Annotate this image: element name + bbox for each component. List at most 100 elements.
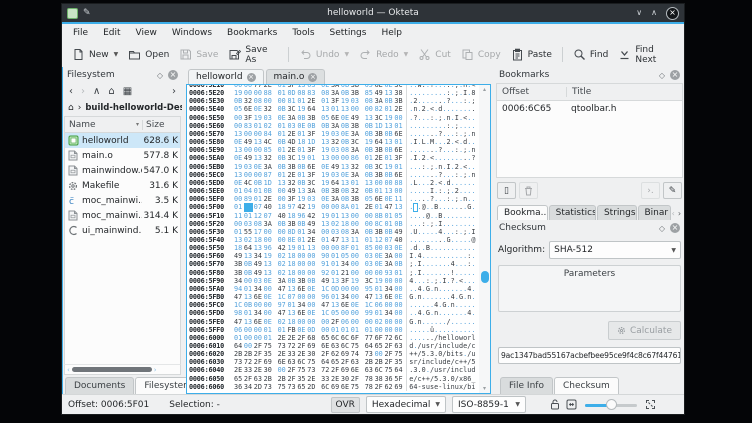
column-header-name[interactable]: Name [65,120,136,130]
hex-byte[interactable]: 0B [365,130,375,138]
hex-byte[interactable]: 00 [264,301,274,309]
hex-byte[interactable]: 40 [264,203,274,211]
hex-byte[interactable]: 6E [307,163,317,171]
hex-byte[interactable]: 0B [341,187,351,195]
hex-byte[interactable]: 6C [331,334,341,342]
hex-row[interactable]: 0006:5F903400030E3A0B3B0B49133F193C19000… [187,277,479,285]
hex-byte[interactable]: 2F [244,375,254,383]
hex-byte[interactable]: 0B [384,146,394,154]
titlebar[interactable]: ✎ helloworld — Okteta ∨ ∧ × [62,4,684,22]
hex-byte[interactable]: 0E [234,154,244,162]
close-panel-icon[interactable]: × [670,70,680,80]
hex-byte[interactable]: 75 [278,383,288,391]
hex-byte[interactable]: 0E [254,105,264,113]
hex-byte[interactable]: 6E [254,293,264,301]
hex-byte[interactable]: 62 [384,383,394,391]
bookmark-row[interactable]: 0006:6C65qtoolbar.h [497,101,682,116]
hex-byte[interactable]: 3A [307,187,317,195]
hex-byte[interactable]: 3A [278,277,288,285]
hex-byte[interactable]: 00 [321,326,331,334]
hex-byte[interactable]: 13 [264,260,274,268]
hex-byte[interactable]: 3A [351,146,361,154]
hex-byte[interactable]: 00 [278,228,288,236]
hex-byte[interactable]: 00 [375,179,385,187]
hex-byte[interactable]: 19 [351,277,361,285]
hex-byte[interactable]: 0B [321,122,331,130]
hex-byte[interactable]: 01 [234,334,244,342]
hex-byte[interactable]: 13 [234,130,244,138]
hex-byte[interactable]: 00 [264,97,274,105]
hex-byte[interactable]: 03 [287,122,297,130]
hex-byte[interactable]: 13 [244,252,254,260]
hex-byte[interactable]: 85 [365,244,375,252]
hex-byte[interactable]: 42 [297,203,307,211]
hex-byte[interactable]: 2F [375,383,385,391]
hex-byte[interactable]: 00 [375,350,385,358]
hex-byte[interactable]: 73 [307,366,317,374]
hex-byte[interactable]: 1D [375,122,385,130]
hex-byte[interactable]: 3A [384,252,394,260]
hex-byte[interactable]: 19 [287,244,297,252]
hex-byte[interactable]: 01 [278,326,288,334]
calculate-button[interactable]: Calculate [608,321,681,340]
hex-byte[interactable]: 01 [331,252,341,260]
hex-byte[interactable]: 13 [264,269,274,277]
hex-byte[interactable]: 19 [384,163,394,171]
hex-byte[interactable]: 13 [331,301,341,309]
file-row[interactable]: main.o577.8 K [65,148,180,163]
hex-byte[interactable]: 34 [254,252,264,260]
hex-byte[interactable]: 69 [264,358,274,366]
hex-byte[interactable]: 13 [365,179,375,187]
hex-byte[interactable]: 01 [394,269,404,277]
hex-byte[interactable]: 2B [244,350,254,358]
hex-byte[interactable]: 2E [278,350,288,358]
hex-byte[interactable]: 18 [297,138,307,146]
hex-byte[interactable]: 3A [351,171,361,179]
hex-byte[interactable]: 01 [394,122,404,130]
hex-byte[interactable]: 3C [307,179,317,187]
hex-byte[interactable]: 97 [287,203,297,211]
hex-byte[interactable]: 0D [331,285,341,293]
hex-byte[interactable]: 49 [307,220,317,228]
hex-byte[interactable]: 05 [341,252,351,260]
file-row[interactable]: mainwindow.o547.0 K [65,163,180,178]
hex-byte[interactable]: 97 [278,301,288,309]
hex-byte[interactable]: 34 [254,285,264,293]
hex-byte[interactable]: 13 [234,146,244,154]
hex-byte[interactable]: 72 [384,334,394,342]
menu-item-windows[interactable]: Windows [172,28,212,38]
hex-byte[interactable]: 00 [234,122,244,130]
hex-byte[interactable]: 00 [341,154,351,162]
hex-byte[interactable]: 13 [394,203,404,211]
hex-byte[interactable]: 96 [264,244,274,252]
hex-byte[interactable]: 0E [384,195,394,203]
back-icon[interactable]: ‹ [69,86,73,97]
hex-byte[interactable]: 00 [394,285,404,293]
hex-byte[interactable]: 0E [375,252,385,260]
hex-byte[interactable]: 49 [351,114,361,122]
hex-byte[interactable]: 00 [244,342,254,350]
hex-byte[interactable]: 01 [375,309,385,317]
hex-byte[interactable]: 0E [341,114,351,122]
hex-byte[interactable]: 36 [384,375,394,383]
hex-byte[interactable]: 13 [254,154,264,162]
hex-byte[interactable]: 19 [264,252,274,260]
hex-byte[interactable]: 75 [264,342,274,350]
hex-byte[interactable]: 21 [341,269,351,277]
hex-byte[interactable]: 00 [384,326,394,334]
hex-byte[interactable]: 00 [365,212,375,220]
hex-byte[interactable]: 30 [307,350,317,358]
hex-byte[interactable]: 0E [321,163,331,171]
hex-byte[interactable]: 92 [321,269,331,277]
hex-byte[interactable]: 3F [287,195,297,203]
hex-byte[interactable]: 00 [394,301,404,309]
hex-byte[interactable]: 78 [365,383,375,391]
hex-row[interactable]: 0006:6000010000012E2E2F68656C6C6F776F726… [187,334,479,342]
hex-byte[interactable]: 2F [254,350,264,358]
hex-byte[interactable]: 06 [234,326,244,334]
hex-byte[interactable]: 30 [341,375,351,383]
hex-byte[interactable]: 35 [264,350,274,358]
hex-byte[interactable]: 13 [384,187,394,195]
hex-byte[interactable]: 0E [307,309,317,317]
hex-byte[interactable]: 3A [264,220,274,228]
